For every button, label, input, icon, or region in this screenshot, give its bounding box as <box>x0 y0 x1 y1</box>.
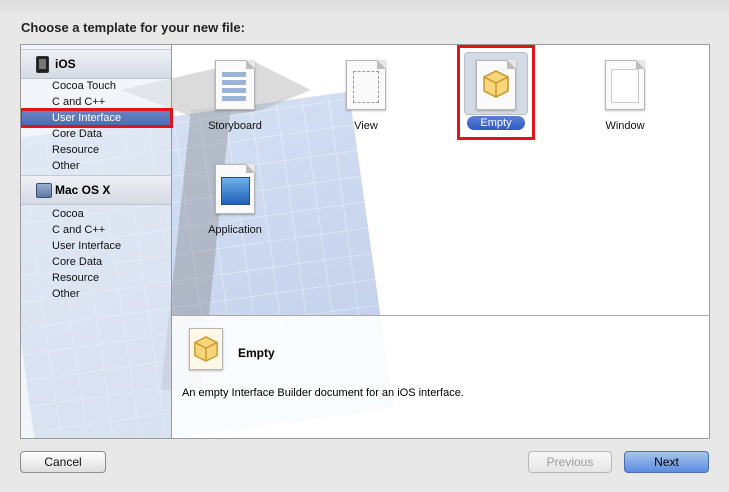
sidebar-item-ios-resource[interactable]: Resource <box>21 142 171 158</box>
previous-button[interactable]: Previous <box>528 451 612 473</box>
sidebar-item-ios-user-interface[interactable]: User Interface <box>21 108 173 128</box>
iphone-icon <box>36 56 49 73</box>
cancel-button[interactable]: Cancel <box>20 451 106 473</box>
empty-file-icon <box>189 328 223 370</box>
sidebar-item-ios-cocoa-touch[interactable]: Cocoa Touch <box>21 78 171 94</box>
sidebar-item-mac-core-data[interactable]: Core Data <box>21 254 171 270</box>
sidebar-group-macosx[interactable]: Mac OS X <box>21 175 171 205</box>
sidebar-item-ios-core-data[interactable]: Core Data <box>21 126 171 142</box>
sidebar-item-mac-other[interactable]: Other <box>21 286 171 302</box>
template-chooser: iOS Cocoa Touch C and C++ User Interface… <box>20 44 710 439</box>
template-application[interactable]: Application <box>185 164 285 236</box>
template-category-sidebar: iOS Cocoa Touch C and C++ User Interface… <box>21 45 173 438</box>
selected-template-highlight <box>457 45 535 140</box>
sidebar-item-mac-cocoa[interactable]: Cocoa <box>21 206 171 222</box>
dialog-title: Choose a template for your new file: <box>21 20 245 35</box>
sidebar-item-mac-user-interface[interactable]: User Interface <box>21 238 171 254</box>
template-detail-pane: Empty An empty Interface Builder documen… <box>172 315 709 438</box>
mac-icon <box>36 183 52 198</box>
storyboard-file-icon <box>215 60 255 110</box>
next-button[interactable]: Next <box>624 451 709 473</box>
sidebar-group-ios[interactable]: iOS <box>21 49 171 79</box>
window-file-icon <box>605 60 645 110</box>
sidebar-item-mac-c-and-cpp[interactable]: C and C++ <box>21 222 171 238</box>
window-title-strip <box>0 0 729 14</box>
template-window[interactable]: Window <box>575 60 675 132</box>
template-view[interactable]: View <box>316 60 416 132</box>
view-file-icon <box>346 60 386 110</box>
detail-title: Empty <box>238 346 275 360</box>
detail-description: An empty Interface Builder document for … <box>182 387 464 399</box>
sidebar-item-ios-other[interactable]: Other <box>21 158 171 174</box>
sidebar-item-mac-resource[interactable]: Resource <box>21 270 171 286</box>
sidebar-item-ios-c-and-cpp[interactable]: C and C++ <box>21 94 171 110</box>
application-file-icon <box>215 164 255 214</box>
template-storyboard[interactable]: Storyboard <box>185 60 285 132</box>
